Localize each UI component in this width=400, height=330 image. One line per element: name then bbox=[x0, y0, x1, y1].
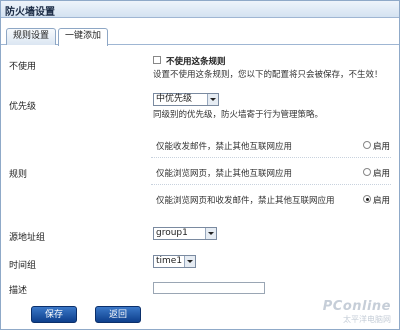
disable-label: 不使用 bbox=[9, 62, 37, 72]
window-title: 防火墙设置 bbox=[5, 7, 55, 18]
source-group-selected: group1 bbox=[156, 228, 188, 238]
rule-enable-label: 启用 bbox=[373, 196, 391, 206]
description-label: 描述 bbox=[9, 286, 28, 296]
time-group-label: 时间组 bbox=[9, 261, 37, 271]
chevron-down-icon bbox=[207, 94, 218, 105]
source-group-label: 源地址组 bbox=[9, 233, 46, 243]
watermark: PConline 太平洋电脑网 bbox=[323, 299, 391, 325]
tab-quick-add[interactable]: 一键添加 bbox=[58, 28, 109, 46]
tab-rule-settings[interactable]: 规则设置 bbox=[6, 28, 57, 45]
watermark-brand: PConline bbox=[322, 299, 391, 314]
time-group-selected: time1 bbox=[156, 256, 183, 266]
rule-option-text: 仅能浏览网页，禁止其他互联网应用 bbox=[156, 169, 293, 179]
dialog-window: 防火墙设置 规则设置 一键添加 不使用 不使用这条规则 设置不使用这条规则，您以… bbox=[0, 0, 400, 330]
rule-option-text: 仅能浏览网页和收发邮件，禁止其他互联网应用 bbox=[156, 196, 335, 206]
chevron-down-icon bbox=[205, 228, 216, 239]
back-button[interactable]: 返回 bbox=[95, 306, 141, 323]
rule-option-radio[interactable] bbox=[363, 168, 371, 176]
save-button[interactable]: 保存 bbox=[31, 306, 77, 323]
priority-label: 优先级 bbox=[9, 102, 37, 112]
watermark-sub: 太平洋电脑网 bbox=[343, 315, 391, 324]
rule-enable-label: 启用 bbox=[373, 142, 391, 152]
divider bbox=[151, 157, 391, 158]
title-bar: 防火墙设置 bbox=[1, 1, 399, 18]
disable-checkbox-label: 不使用这条规则 bbox=[166, 57, 226, 67]
divider bbox=[151, 184, 391, 185]
rule-option-radio[interactable] bbox=[363, 141, 371, 149]
priority-note: 同级别的优先级，防火墙寄于行为管理策略。 bbox=[153, 110, 324, 120]
priority-selected: 中优先级 bbox=[156, 94, 193, 104]
disable-rule-checkbox[interactable] bbox=[153, 56, 161, 64]
chevron-down-icon bbox=[184, 256, 195, 267]
rule-option-text: 仅能收发邮件，禁止其他互联网应用 bbox=[156, 142, 293, 152]
tab-bar: 规则设置 一键添加 bbox=[1, 18, 399, 46]
rule-option-radio-selected[interactable] bbox=[363, 195, 371, 203]
priority-select[interactable]: 中优先级 bbox=[153, 93, 219, 106]
source-group-select[interactable]: group1 bbox=[153, 227, 217, 240]
time-group-select[interactable]: time1 bbox=[153, 255, 196, 268]
rule-enable-label: 启用 bbox=[373, 169, 391, 179]
rules-label: 规则 bbox=[9, 170, 28, 180]
disable-note: 设置不使用这条规则，您以下的配置将只会被保存，不生效！ bbox=[153, 70, 383, 80]
description-input[interactable] bbox=[153, 282, 265, 294]
